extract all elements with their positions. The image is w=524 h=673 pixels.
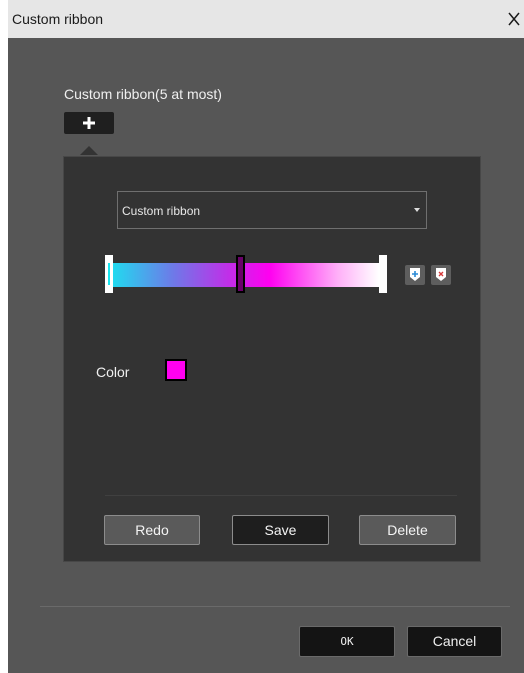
add-ribbon-button[interactable] xyxy=(64,112,114,134)
gradient-stop-left-color xyxy=(108,263,110,285)
panel-pointer xyxy=(80,146,98,155)
add-stop-button[interactable] xyxy=(405,265,425,285)
chevron-down-icon xyxy=(414,208,420,212)
color-label: Color xyxy=(96,364,130,380)
close-button[interactable] xyxy=(504,8,524,30)
ok-button[interactable]: OK xyxy=(299,626,395,657)
gradient-stop-left[interactable] xyxy=(105,255,113,293)
panel-divider xyxy=(105,495,457,496)
ribbon-preset-dropdown[interactable]: Custom ribbon xyxy=(117,191,427,229)
delete-stop-button[interactable] xyxy=(431,265,451,285)
redo-button[interactable]: Redo xyxy=(104,515,200,545)
color-swatch[interactable] xyxy=(165,359,187,381)
save-button[interactable]: Save xyxy=(232,515,329,545)
ribbon-preset-value: Custom ribbon xyxy=(122,204,201,218)
ribbon-count-label: Custom ribbon(5 at most) xyxy=(64,86,222,102)
gradient-stop-middle[interactable] xyxy=(236,255,245,293)
ribbon-editor-panel: Custom ribbon Color Redo Save Delete xyxy=(63,156,481,562)
cancel-button[interactable]: Cancel xyxy=(407,626,502,657)
custom-ribbon-dialog: Custom ribbon Custom ribbon(5 at most) C… xyxy=(8,0,524,673)
delete-button[interactable]: Delete xyxy=(359,515,456,545)
close-icon xyxy=(508,12,520,26)
title-bar: Custom ribbon xyxy=(8,0,524,38)
footer-divider xyxy=(40,606,510,607)
gradient-stop-right[interactable] xyxy=(379,255,387,293)
add-stop-icon xyxy=(410,268,420,281)
plus-icon xyxy=(83,117,95,129)
delete-stop-icon xyxy=(436,268,446,281)
window-title: Custom ribbon xyxy=(12,11,104,27)
